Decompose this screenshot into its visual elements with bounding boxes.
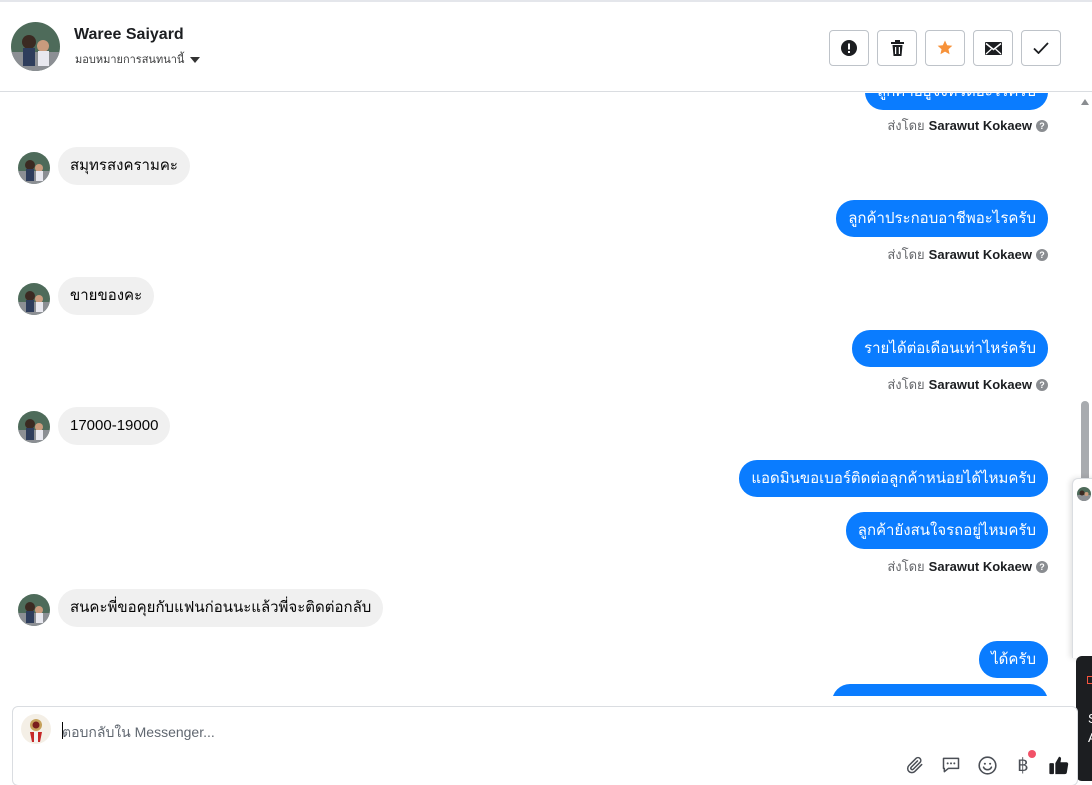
contact-avatar-small	[18, 411, 50, 443]
assign-conversation-label: มอบหมายการสนทนานี้	[75, 54, 185, 66]
sent-by-prefix: ส่งโดย	[887, 559, 925, 574]
notification-dot	[1028, 750, 1036, 758]
outgoing-message: รายได้ต่อเดือนเท่าไหร่ครับ	[852, 330, 1048, 367]
mark-done-button[interactable]	[1021, 30, 1061, 66]
sender-name: Sarawut Kokaew	[928, 247, 1032, 262]
sent-by-prefix: ส่งโดย	[887, 247, 925, 262]
sender-name: Sarawut Kokaew	[928, 377, 1032, 392]
attach-file-button[interactable]	[903, 753, 927, 777]
smiley-icon	[977, 755, 997, 775]
contact-avatar[interactable]	[11, 22, 60, 71]
assign-conversation-dropdown[interactable]: มอบหมายการสนทนานี้	[75, 50, 201, 68]
header-actions	[829, 30, 1061, 66]
outgoing-message-partial	[832, 684, 1048, 696]
like-button[interactable]	[1047, 753, 1071, 777]
contact-avatar-small	[18, 594, 50, 626]
incoming-message: สนคะพี่ขอคุยกับแฟนก่อนนะแล้วพี่จะติดต่อก…	[58, 589, 384, 627]
incoming-message: ขายของคะ	[58, 277, 155, 315]
envelope-icon	[984, 41, 1002, 55]
mark-unread-button[interactable]	[973, 30, 1013, 66]
text-cursor	[62, 722, 63, 739]
star-icon	[937, 40, 953, 55]
question-icon[interactable]: ?	[1036, 560, 1048, 573]
contact-avatar-small	[18, 283, 50, 315]
reply-input[interactable]: ตอบกลับใน Messenger...	[62, 722, 215, 744]
flag-icon	[1087, 676, 1092, 684]
caret-down-icon	[190, 56, 201, 63]
delete-button[interactable]	[877, 30, 917, 66]
sent-by-label: ส่งโดย Sarawut Kokaew ?	[887, 556, 1048, 577]
mark-spam-button[interactable]	[829, 30, 869, 66]
side-notification-panel[interactable]: S A	[1076, 656, 1092, 781]
payment-button[interactable]: ฿	[1011, 750, 1036, 777]
contact-name: Waree Saiyard	[74, 26, 184, 43]
sender-name: Sarawut Kokaew	[928, 118, 1032, 133]
exclamation-icon	[841, 40, 857, 56]
scroll-up-arrow-icon[interactable]	[1081, 99, 1089, 105]
saved-replies-button[interactable]	[939, 753, 963, 777]
sent-by-label: ส่งโดย Sarawut Kokaew ?	[887, 115, 1048, 136]
conversation-header: Waree Saiyard มอบหมายการสนทนานี้	[0, 0, 1092, 92]
page-avatar	[21, 714, 51, 744]
sent-by-prefix: ส่งโดย	[887, 377, 925, 392]
incoming-message: สมุทรสงครามคะ	[58, 147, 190, 185]
side-chat-panel[interactable]	[1072, 478, 1092, 658]
chat-bubble-icon	[942, 757, 960, 773]
question-icon[interactable]: ?	[1036, 378, 1048, 391]
composer-toolbar: ฿	[903, 750, 1071, 777]
outgoing-message: ได้ครับ	[979, 641, 1048, 678]
messenger-conversation: Waree Saiyard มอบหมายการสนทนานี้ ส่งโดย …	[0, 0, 1092, 785]
emoji-button[interactable]	[975, 753, 999, 777]
trash-icon	[890, 40, 904, 56]
check-icon	[1033, 42, 1049, 54]
scroll-thumb[interactable]	[1081, 401, 1089, 485]
paperclip-icon	[906, 756, 923, 774]
incoming-message: 17000-19000	[58, 407, 171, 445]
sent-by-label: ส่งโดย Sarawut Kokaew ?	[887, 374, 1048, 395]
outgoing-message: ลูกค้ายังสนใจรถอยู่ไหมครับ	[845, 512, 1048, 549]
star-button[interactable]	[925, 30, 965, 66]
side-text-1: S	[1088, 711, 1092, 726]
thumbs-up-icon	[1049, 756, 1069, 775]
side-avatar	[1077, 487, 1091, 501]
outgoing-message: ลูกค้าประกอบอาชีพอะไรครับ	[836, 200, 1048, 237]
outgoing-message: ลูกค้าอยู่จังหวัดอะไรครับ	[865, 93, 1048, 110]
baht-icon: ฿	[1017, 754, 1029, 776]
question-icon[interactable]: ?	[1036, 119, 1048, 132]
sent-by-prefix: ส่งโดย	[887, 118, 925, 133]
reply-composer: ตอบกลับใน Messenger... ฿	[12, 706, 1078, 785]
question-icon[interactable]: ?	[1036, 248, 1048, 261]
contact-avatar-small	[18, 152, 50, 184]
sent-by-label: ส่งโดย Sarawut Kokaew ?	[887, 244, 1048, 265]
outgoing-message: แอดมินขอเบอร์ติดต่อลูกค้าหน่อยได้ไหมครับ	[739, 460, 1048, 497]
side-text-2: A	[1088, 730, 1092, 745]
message-list[interactable]: ลูกค้าอยู่จังหวัดอะไรครับ ส่งโดย Sarawut…	[0, 93, 1072, 696]
sender-name: Sarawut Kokaew	[928, 559, 1032, 574]
